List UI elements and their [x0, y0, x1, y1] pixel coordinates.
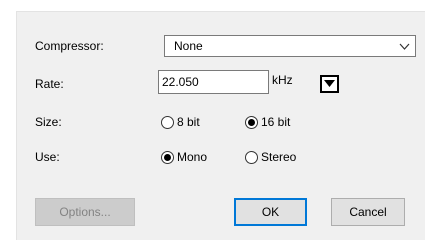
rate-label: Rate:: [35, 77, 64, 91]
size-label: Size:: [35, 115, 62, 129]
size-8bit-label: 8 bit: [177, 115, 200, 129]
compressor-select[interactable]: None: [164, 35, 416, 57]
radio-dot: [248, 118, 255, 126]
rate-dropdown-button[interactable]: [320, 75, 339, 93]
use-mono-radio[interactable]: Mono: [161, 150, 207, 164]
use-mono-label: Mono: [177, 150, 208, 164]
compressor-label: Compressor:: [35, 39, 104, 53]
radio-circle-selected: [245, 115, 258, 129]
radio-dot: [164, 153, 171, 161]
size-16bit-label: 16 bit: [261, 115, 291, 129]
size-8bit-radio[interactable]: 8 bit: [161, 115, 200, 129]
radio-circle: [161, 115, 174, 129]
screenshot-frame: Compressor: None Rate: 22.050 kHz Size: …: [0, 0, 425, 240]
use-stereo-radio[interactable]: Stereo: [245, 150, 296, 164]
use-stereo-label: Stereo: [261, 150, 297, 164]
rate-unit-label: kHz: [272, 73, 293, 87]
use-label: Use:: [35, 150, 60, 164]
options-button[interactable]: Options...: [35, 198, 135, 226]
rate-input[interactable]: 22.050: [158, 70, 269, 94]
radio-circle: [245, 150, 258, 164]
size-16bit-radio[interactable]: 16 bit: [245, 115, 290, 129]
rate-value: 22.050: [162, 75, 199, 89]
cancel-button[interactable]: Cancel: [331, 198, 405, 226]
radio-circle-selected: [161, 150, 174, 164]
compressor-value: None: [174, 39, 203, 53]
ok-button[interactable]: OK: [234, 198, 307, 226]
chevron-down-icon: [399, 41, 410, 52]
